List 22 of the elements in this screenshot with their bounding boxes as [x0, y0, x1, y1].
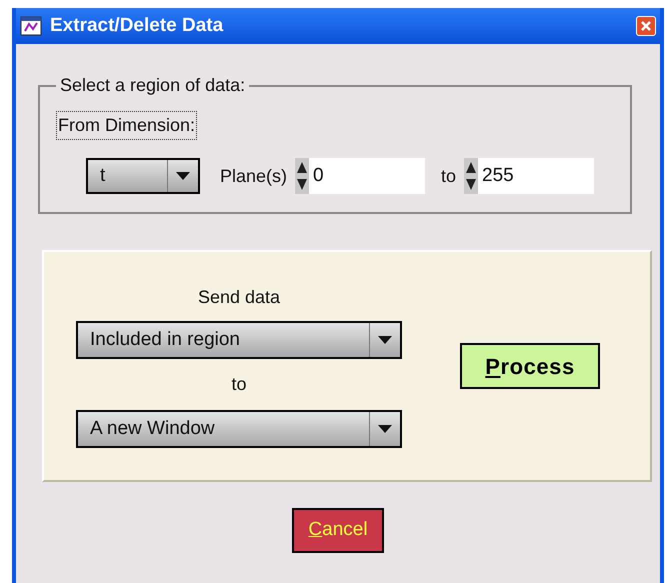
- close-button[interactable]: [636, 16, 656, 36]
- spinner-icon[interactable]: [464, 158, 478, 194]
- spinner-icon[interactable]: [295, 158, 310, 194]
- app-icon: [20, 16, 42, 36]
- dimension-label: From Dimension:: [56, 111, 198, 140]
- destination-dropdown[interactable]: A new Window: [76, 410, 402, 448]
- planes-label: Plane(s): [220, 164, 288, 188]
- to-label: to: [441, 164, 456, 188]
- send-mode-dropdown[interactable]: Included in region: [76, 321, 402, 359]
- number-field[interactable]: 255: [478, 158, 594, 194]
- group-legend: Select a region of data:: [56, 72, 250, 99]
- cancel-button[interactable]: Cancel: [292, 508, 384, 553]
- number-field[interactable]: 0: [309, 158, 426, 194]
- dimension-dropdown[interactable]: t: [86, 158, 200, 194]
- process-button[interactable]: Process: [460, 343, 600, 389]
- window-title: Extract/Delete Data: [50, 14, 224, 38]
- close-icon: [641, 21, 651, 31]
- dropdown-arrow-icon: [378, 424, 392, 434]
- dropdown-arrow-icon: [378, 335, 392, 345]
- dropdown-arrow-icon: [176, 171, 190, 181]
- send-data-label: Send data: [198, 286, 280, 309]
- to-label: to: [231, 373, 246, 396]
